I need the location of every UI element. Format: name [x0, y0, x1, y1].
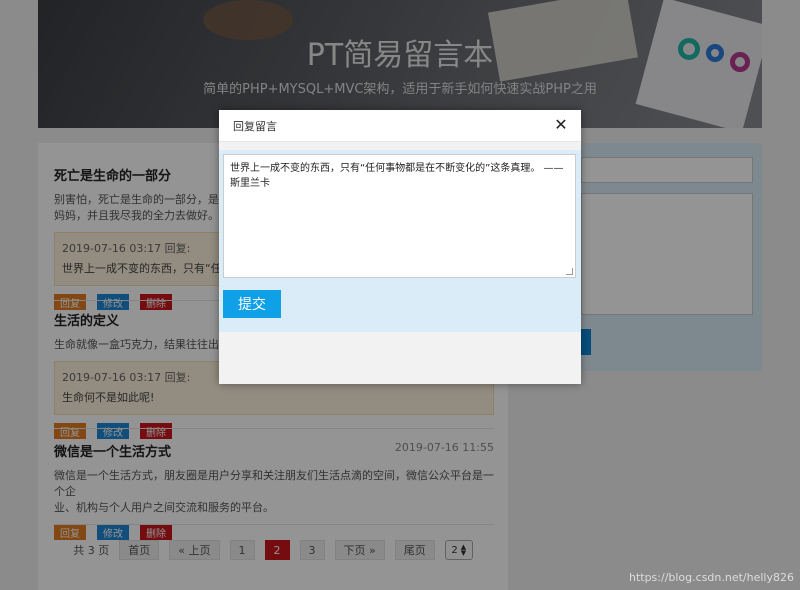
reply-textarea[interactable]: 世界上一成不变的东西，只有“任何事物都是在不断变化的”这条真理。 —— 斯里兰卡 [223, 154, 576, 278]
reply-textarea-value: 世界上一成不变的东西，只有“任何事物都是在不断变化的”这条真理。 —— 斯里兰卡 [230, 163, 564, 189]
watermark: https://blog.csdn.net/helly826 [628, 571, 794, 584]
modal-header: 回复留言 ✕ [219, 110, 581, 142]
modal-body: 世界上一成不变的东西，只有“任何事物都是在不断变化的”这条真理。 —— 斯里兰卡… [219, 150, 581, 332]
close-icon[interactable]: ✕ [553, 117, 569, 133]
reply-modal: 回复留言 ✕ 世界上一成不变的东西，只有“任何事物都是在不断变化的”这条真理。 … [219, 110, 581, 384]
modal-title: 回复留言 [233, 119, 277, 133]
submit-button[interactable]: 提交 [223, 290, 281, 318]
resize-grip-icon[interactable] [566, 268, 573, 275]
